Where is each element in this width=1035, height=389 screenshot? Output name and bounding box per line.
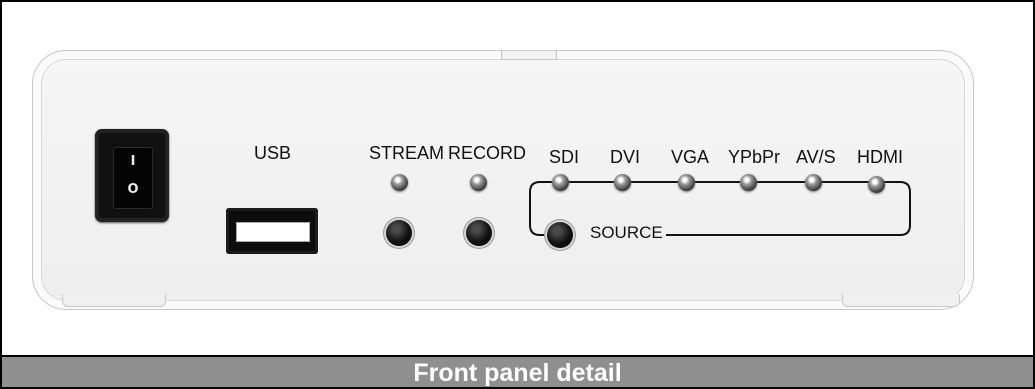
input-led-vga	[678, 174, 695, 191]
figure-frame: I O USB STREAM RECORD SDI DVI VGA YPbPr …	[0, 0, 1035, 389]
input-led-sdi	[552, 174, 569, 191]
input-label-hdmi: HDMI	[857, 147, 903, 167]
input-label-vga: VGA	[671, 147, 710, 167]
source-button[interactable]	[547, 222, 573, 248]
input-label-avs: AV/S	[796, 147, 836, 167]
caption-bar: Front panel detail	[2, 355, 1033, 387]
input-label-sdi: SDI	[549, 147, 580, 167]
source-label: SOURCE	[590, 223, 663, 242]
input-led-ypbpr	[740, 174, 757, 191]
figure-caption: Front panel detail	[413, 358, 622, 387]
input-label-dvi: DVI	[610, 147, 641, 167]
input-led-dvi	[614, 174, 631, 191]
input-led-avs	[805, 174, 822, 191]
source-bracket	[529, 181, 911, 236]
input-label-ypbpr: YPbPr	[728, 147, 781, 167]
input-led-hdmi	[868, 176, 885, 193]
